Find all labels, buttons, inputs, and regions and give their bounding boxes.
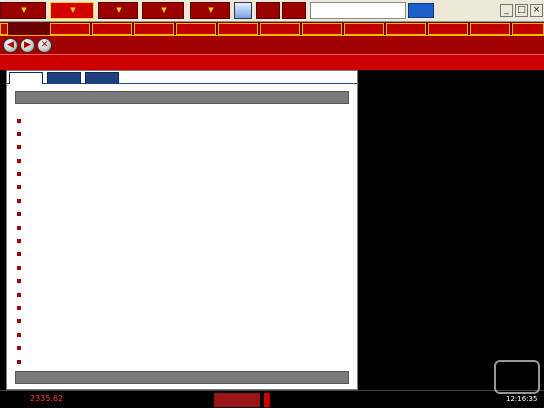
bullet-icon (17, 239, 21, 244)
bullet-icon (17, 131, 21, 136)
news-item[interactable] (17, 193, 357, 206)
bullet-icon (17, 305, 21, 310)
news-item[interactable] (17, 341, 357, 354)
tab-america[interactable] (47, 72, 81, 84)
news-list (17, 113, 357, 381)
menu-item-0[interactable]: ▼ (0, 2, 46, 19)
toolbar-item-8[interactable] (386, 23, 426, 35)
news-item[interactable] (17, 207, 357, 220)
bullet-icon (17, 212, 21, 217)
nav-row: ◀ ▶ ✕ (0, 36, 544, 54)
news-item[interactable] (17, 153, 357, 166)
bullet-icon (17, 198, 21, 203)
app-window: { "menubar": { "items": [ {"label": "", … (0, 0, 544, 408)
news-item[interactable] (17, 167, 357, 180)
section-header-china (15, 91, 349, 104)
window-title (310, 2, 406, 19)
news-item[interactable] (17, 287, 357, 300)
page-header (0, 54, 544, 70)
bullet-icon (17, 118, 21, 123)
news-item[interactable] (17, 247, 357, 260)
forward-icon[interactable]: ▶ (20, 38, 35, 53)
maximize-icon[interactable]: □ (515, 4, 528, 17)
menu-item-3[interactable]: ▼ (142, 2, 184, 19)
bullet-icon (17, 158, 21, 163)
news-item[interactable] (17, 140, 357, 153)
toolbar-item-11[interactable] (512, 23, 544, 35)
toolbar-edge (0, 23, 8, 35)
menu-item-1[interactable]: ▼ (50, 2, 94, 19)
news-item[interactable] (17, 274, 357, 287)
section-header-other (15, 371, 349, 384)
toolbar-item-9[interactable] (428, 23, 468, 35)
news-item[interactable] (17, 260, 357, 273)
bullet-icon (17, 225, 21, 230)
bullet-icon (17, 319, 21, 324)
toolbar-item-6[interactable] (302, 23, 342, 35)
right-panel (358, 70, 544, 390)
watermark-logo (494, 360, 540, 394)
menu-item-4[interactable]: ▼ (190, 2, 230, 19)
news-item[interactable] (17, 220, 357, 233)
back-icon[interactable]: ◀ (3, 38, 18, 53)
minimize-icon[interactable]: _ (500, 4, 513, 17)
status-time: 12:16:35 (506, 395, 538, 403)
toolbar-item-7[interactable] (344, 23, 384, 35)
toolbar-item-3[interactable] (176, 23, 216, 35)
refresh-icon[interactable]: ✕ (37, 38, 52, 53)
menu-item-5[interactable] (256, 2, 280, 19)
status-index2-label[interactable] (264, 393, 270, 407)
toolbar-item-2[interactable] (134, 23, 174, 35)
news-item[interactable] (17, 300, 357, 313)
tab-asia[interactable] (9, 72, 43, 84)
toolbar-item-4[interactable] (218, 23, 258, 35)
toolbar-item-0[interactable] (50, 23, 90, 35)
bullet-icon (17, 279, 21, 284)
toolbar-item-5[interactable] (260, 23, 300, 35)
news-item[interactable] (17, 354, 357, 367)
news-item[interactable] (17, 327, 357, 340)
toolbar-item-10[interactable] (470, 23, 510, 35)
bullet-icon (17, 332, 21, 337)
toolbar-item-1[interactable] (92, 23, 132, 35)
bullet-icon (17, 346, 21, 351)
news-item[interactable] (17, 180, 357, 193)
bullet-icon (17, 185, 21, 190)
status-bar: 2335.62 12:16:35 (0, 390, 544, 408)
bullet-icon (17, 265, 21, 270)
app-logo-icon (234, 2, 252, 19)
bullet-icon (17, 145, 21, 150)
news-item[interactable] (17, 234, 357, 247)
status-index-value: 2335.62 (30, 394, 64, 403)
menu-bar: ▼ ▼ ▼ ▼ ▼ _ □ × (0, 0, 544, 22)
menu-item-6[interactable] (282, 2, 306, 19)
close-icon[interactable]: × (530, 4, 543, 17)
status-segment-4 (214, 393, 260, 407)
news-item[interactable] (17, 126, 357, 139)
bullet-icon (17, 292, 21, 297)
news-item[interactable] (17, 314, 357, 327)
brand-logo (408, 3, 434, 18)
tab-europe[interactable] (85, 72, 119, 84)
bullet-icon (17, 359, 21, 364)
bullet-icon (17, 172, 21, 177)
region-tabs (7, 71, 357, 84)
bullet-icon (17, 252, 21, 257)
news-item[interactable] (17, 113, 357, 126)
menu-item-2[interactable]: ▼ (98, 2, 138, 19)
quick-toolbar (0, 22, 544, 36)
news-panel (6, 70, 358, 390)
